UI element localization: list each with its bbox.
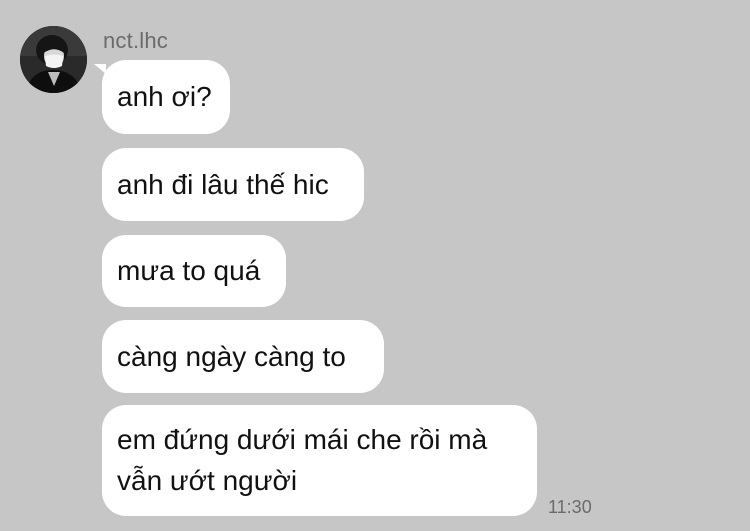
message-text: mưa to quá bbox=[117, 255, 261, 286]
message-bubble[interactable]: anh ơi? bbox=[102, 60, 230, 134]
sender-name: nct.lhc bbox=[103, 28, 168, 53]
message-text: anh đi lâu thế hic bbox=[117, 168, 329, 200]
message-bubble[interactable]: em đứng dưới mái che rồi mà vẫn ướt ngườ… bbox=[102, 405, 537, 516]
message-bubble[interactable]: càng ngày càng to bbox=[102, 320, 384, 393]
avatar-photo-icon bbox=[20, 26, 87, 93]
message-text: anh ơi? bbox=[117, 81, 212, 112]
chat-thread: nct.lhc anh ơi? anh đi lâu thế hic mưa t… bbox=[0, 0, 750, 531]
contact-avatar[interactable] bbox=[20, 26, 87, 93]
message-text: em đứng dưới mái che rồi mà vẫn ướt ngườ… bbox=[117, 424, 488, 496]
message-bubble[interactable]: mưa to quá bbox=[102, 235, 286, 307]
message-timestamp: 11:30 bbox=[548, 497, 592, 517]
message-bubble[interactable]: anh đi lâu thế hic bbox=[102, 148, 364, 221]
message-text: càng ngày càng to bbox=[117, 340, 346, 372]
